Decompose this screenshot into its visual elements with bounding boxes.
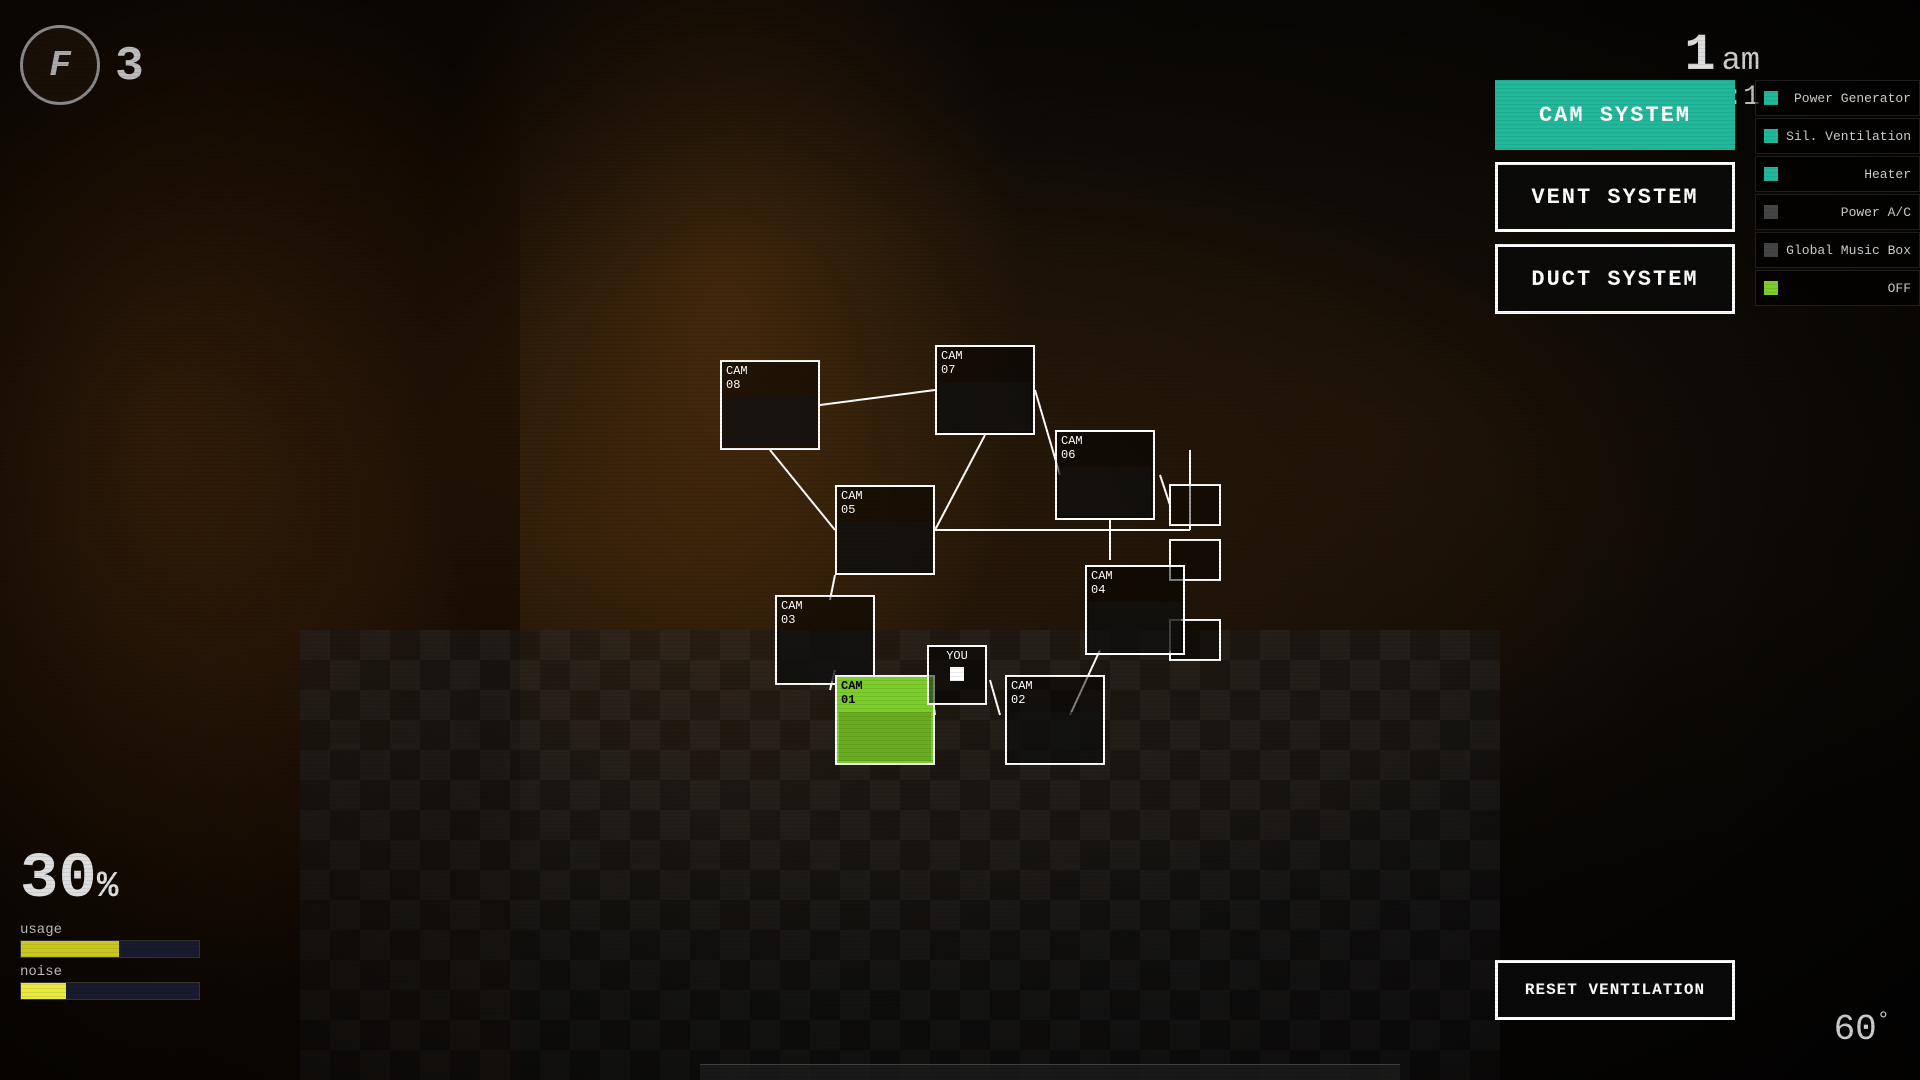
freddy-letter: F — [49, 45, 71, 86]
cam-04-label: CAM04 — [1087, 567, 1183, 600]
system-buttons-panel: CAM SYSTEM VENT SYSTEM DUCT SYSTEM — [1495, 80, 1735, 314]
cam-03-preview — [779, 632, 871, 681]
noise-bar-fill — [21, 983, 66, 999]
cam-04-preview — [1089, 602, 1181, 651]
cam-08-label: CAM08 — [722, 362, 818, 395]
usage-bar-fill — [21, 941, 119, 957]
power-generator-label: Power Generator — [1784, 91, 1911, 106]
cam-02-preview — [1009, 712, 1101, 761]
panel-power-ac[interactable]: Power A/C — [1755, 194, 1920, 230]
right-panel: Power Generator Sil. Ventilation Heater … — [1755, 80, 1920, 306]
music-box-label: Global Music Box — [1784, 243, 1911, 258]
you-dot — [950, 667, 964, 681]
cam-02-node[interactable]: CAM02 — [1005, 675, 1105, 765]
power-ac-label: Power A/C — [1784, 205, 1911, 220]
vent-system-button[interactable]: VENT SYSTEM — [1495, 162, 1735, 232]
panel-global-music-box[interactable]: Global Music Box — [1755, 232, 1920, 268]
life-count: 3 — [115, 40, 144, 94]
panel-power-generator[interactable]: Power Generator — [1755, 80, 1920, 116]
power-ac-indicator — [1764, 205, 1778, 219]
cam-06-node[interactable]: CAM06 — [1055, 430, 1155, 520]
cam-05-label: CAM05 — [837, 487, 933, 520]
clock-hour: 1 — [1684, 30, 1715, 82]
noise-bar-bg — [20, 982, 200, 1000]
clock-period: am — [1722, 42, 1760, 79]
off-label: OFF — [1784, 281, 1911, 296]
cam-system-button[interactable]: CAM SYSTEM — [1495, 80, 1735, 150]
cam-07-node[interactable]: CAM07 — [935, 345, 1035, 435]
cam-03-node[interactable]: CAM03 — [775, 595, 875, 685]
cam-05-preview — [839, 522, 931, 571]
off-indicator — [1764, 281, 1778, 295]
camera-map: CAM08 CAM07 CAM06 CAM05 CAM04 CAM03 — [680, 330, 1230, 810]
degree-symbol: ° — [1877, 1008, 1890, 1033]
music-box-indicator — [1764, 243, 1778, 257]
panel-off[interactable]: OFF — [1755, 270, 1920, 306]
cam-03-label: CAM03 — [777, 597, 873, 630]
heater-indicator — [1764, 167, 1778, 181]
temperature-value: 60 — [1834, 1009, 1877, 1050]
temperature-display: 60° — [1834, 1008, 1890, 1050]
usage-bar-bg — [20, 940, 200, 958]
cam-06-preview — [1059, 467, 1151, 516]
bottom-bar — [700, 1064, 1400, 1080]
panel-heater[interactable]: Heater — [1755, 156, 1920, 192]
you-label: YOU — [942, 647, 972, 665]
cam-06-label: CAM06 — [1057, 432, 1153, 465]
you-node: YOU — [927, 645, 987, 705]
noise-bar-container: noise — [20, 964, 200, 1000]
power-generator-indicator — [1764, 91, 1778, 105]
cam-01-label: CAM01 — [837, 677, 933, 710]
cam-01-preview — [839, 712, 931, 761]
cam-07-label: CAM07 — [937, 347, 1033, 380]
freddy-badge: F — [20, 25, 100, 105]
panel-sil-ventilation[interactable]: Sil. Ventilation — [1755, 118, 1920, 154]
cam-02-label: CAM02 — [1007, 677, 1103, 710]
power-percentage: 30% — [20, 844, 200, 916]
cam-08-preview — [724, 397, 816, 446]
cam-08-node[interactable]: CAM08 — [720, 360, 820, 450]
cam-07-preview — [939, 382, 1031, 431]
usage-label: usage — [20, 922, 200, 938]
duct-system-button[interactable]: DUCT SYSTEM — [1495, 244, 1735, 314]
cam-01-node[interactable]: CAM01 — [835, 675, 935, 765]
cam-04-node[interactable]: CAM04 — [1085, 565, 1185, 655]
sil-ventilation-label: Sil. Ventilation — [1784, 129, 1911, 144]
sil-ventilation-indicator — [1764, 129, 1778, 143]
heater-label: Heater — [1784, 167, 1911, 182]
power-stats: 30% usage noise — [20, 844, 200, 1000]
reset-ventilation-button[interactable]: RESET VENTILATION — [1495, 960, 1735, 1020]
noise-label: noise — [20, 964, 200, 980]
cam-05-node[interactable]: CAM05 — [835, 485, 935, 575]
usage-bar-container: usage — [20, 922, 200, 958]
